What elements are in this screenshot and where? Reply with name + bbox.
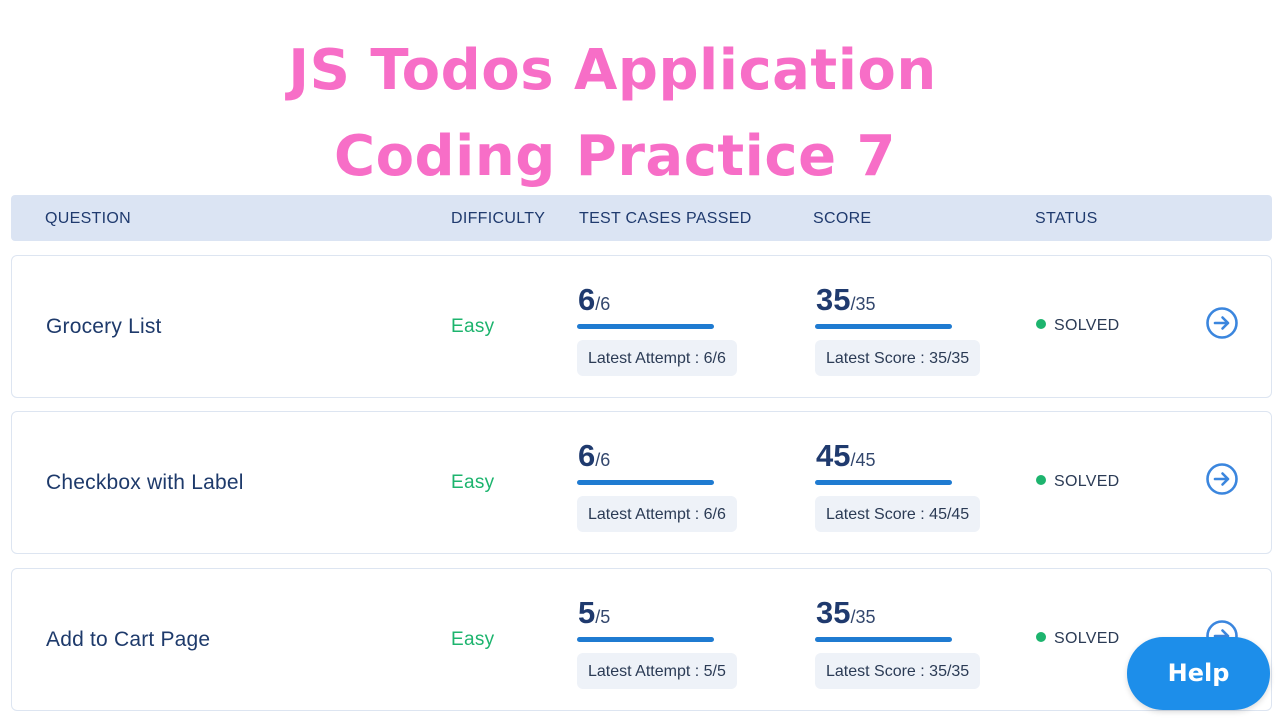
table-row[interactable]: Checkbox with Label Easy 6/6 Latest Atte… (11, 411, 1272, 554)
latest-score-badge: Latest Score : 45/45 (815, 496, 981, 532)
status-badge: SOLVED (1036, 630, 1120, 648)
status-badge: SOLVED (1036, 317, 1120, 335)
latest-score-badge: Latest Score : 35/35 (815, 340, 981, 376)
score: 35/35 (816, 282, 876, 318)
difficulty-label: Easy (451, 472, 495, 493)
table-row[interactable]: Add to Cart Page Easy 5/5 Latest Attempt… (11, 568, 1272, 711)
difficulty-label: Easy (451, 316, 495, 337)
help-button[interactable]: Help (1127, 637, 1270, 710)
score-progress-bar (815, 480, 952, 485)
arrow-right-circle-icon[interactable] (1205, 462, 1239, 496)
score-value: 45 (816, 438, 851, 473)
status-dot-icon (1036, 632, 1046, 642)
score: 35/35 (816, 595, 876, 631)
arrow-right-circle-icon[interactable] (1205, 306, 1239, 340)
table-header: QUESTION DIFFICULTY TEST CASES PASSED SC… (11, 195, 1272, 241)
tests-progress-bar (577, 480, 714, 485)
header-question: QUESTION (45, 210, 131, 227)
tests-passed: 6/6 (578, 282, 610, 318)
latest-attempt-badge: Latest Attempt : 6/6 (577, 340, 737, 376)
latest-attempt-badge: Latest Attempt : 5/5 (577, 653, 737, 689)
score-total: /35 (850, 607, 876, 627)
score-value: 35 (816, 282, 851, 317)
header-status: STATUS (1035, 210, 1098, 227)
score-progress-bar (815, 324, 952, 329)
header-test-cases: TEST CASES PASSED (579, 210, 752, 227)
status-dot-icon (1036, 475, 1046, 485)
status-label: SOLVED (1054, 630, 1120, 647)
status-dot-icon (1036, 319, 1046, 329)
score-progress-bar (815, 637, 952, 642)
page-title-line-1: JS Todos Application (288, 38, 937, 103)
tests-progress-bar (577, 637, 714, 642)
score-value: 35 (816, 595, 851, 630)
score-total: /35 (850, 294, 876, 314)
tests-passed-count: 5 (578, 595, 596, 630)
header-difficulty: DIFFICULTY (451, 210, 546, 227)
question-name[interactable]: Grocery List (46, 315, 162, 339)
difficulty-label: Easy (451, 629, 495, 650)
question-name[interactable]: Add to Cart Page (46, 628, 210, 652)
tests-passed-count: 6 (578, 438, 596, 473)
question-name[interactable]: Checkbox with Label (46, 471, 244, 495)
status-label: SOLVED (1054, 317, 1120, 334)
tests-passed: 5/5 (578, 595, 610, 631)
tests-passed: 6/6 (578, 438, 610, 474)
page-title-line-2: Coding Practice 7 (333, 124, 897, 189)
tests-progress-bar (577, 324, 714, 329)
status-label: SOLVED (1054, 473, 1120, 490)
status-badge: SOLVED (1036, 473, 1120, 491)
score-total: /45 (850, 450, 876, 470)
tests-total: /6 (595, 450, 611, 470)
table-row[interactable]: Grocery List Easy 6/6 Latest Attempt : 6… (11, 255, 1272, 398)
latest-attempt-badge: Latest Attempt : 6/6 (577, 496, 737, 532)
tests-total: /5 (595, 607, 611, 627)
tests-total: /6 (595, 294, 611, 314)
score: 45/45 (816, 438, 876, 474)
latest-score-badge: Latest Score : 35/35 (815, 653, 981, 689)
header-score: SCORE (813, 210, 872, 227)
tests-passed-count: 6 (578, 282, 596, 317)
